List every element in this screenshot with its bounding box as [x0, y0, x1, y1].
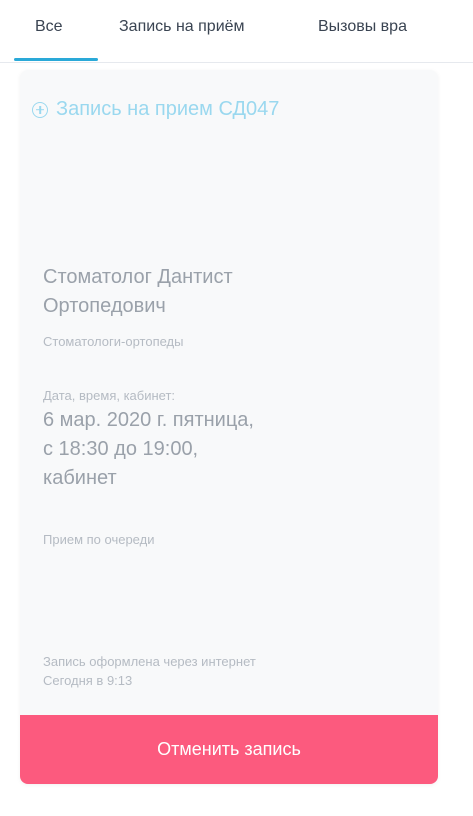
cancel-appointment-button[interactable]: Отменить запись: [20, 715, 438, 784]
datetime-line-3: кабинет: [43, 467, 117, 489]
appointment-card: Запись на прием СД047 Стоматолог Дантист…: [20, 70, 438, 784]
datetime-value: 6 мар. 2020 г. пятница, с 18:30 до 19:00…: [43, 406, 343, 493]
booking-source-text: Запись оформлена через интернет: [43, 654, 256, 669]
queue-note: Прием по очереди: [43, 532, 155, 547]
tab-bar: Все Запись на приём Вызовы вра: [0, 0, 473, 63]
active-tab-indicator: [14, 58, 98, 61]
tab-all[interactable]: Все: [35, 18, 63, 36]
datetime-line-2: с 18:30 до 19:00,: [43, 438, 199, 460]
tab-doctor-calls[interactable]: Вызовы вра: [318, 18, 407, 36]
doctor-specialty: Стоматологи-ортопеды: [43, 334, 184, 349]
appointment-title-text: Запись на прием СД047: [56, 98, 280, 120]
appointment-title[interactable]: Запись на прием СД047: [32, 98, 279, 121]
doctor-name: Стоматолог Дантист Ортопедович: [43, 263, 343, 321]
tab-appointments[interactable]: Запись на приём: [119, 18, 245, 36]
booking-source: Запись оформлена через интернет Сегодня …: [43, 652, 256, 690]
datetime-label: Дата, время, кабинет:: [43, 388, 176, 403]
doctor-name-line-1: Стоматолог Дантист: [43, 266, 233, 288]
plus-circle-icon: [32, 101, 48, 118]
datetime-line-1: 6 мар. 2020 г. пятница,: [43, 409, 254, 431]
booking-created-time: Сегодня в 9:13: [43, 673, 133, 688]
doctor-name-line-2: Ортопедович: [43, 295, 166, 317]
